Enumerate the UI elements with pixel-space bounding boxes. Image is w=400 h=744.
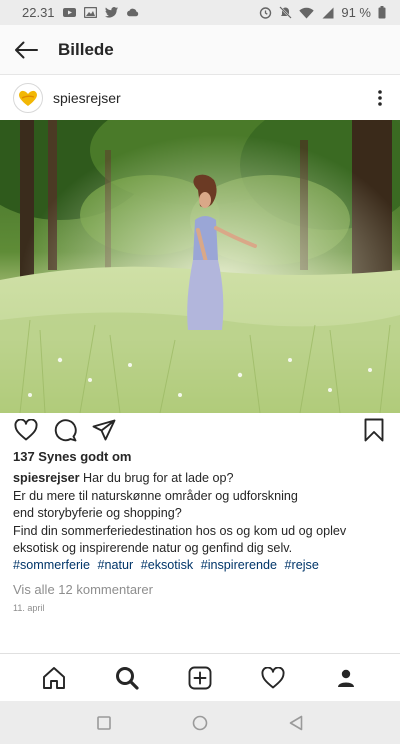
status-bar: 22.31 91 % xyxy=(0,0,400,25)
youtube-icon xyxy=(62,8,76,17)
page-title: Billede xyxy=(58,39,114,59)
nav-activity[interactable] xyxy=(253,658,293,698)
nav-profile[interactable] xyxy=(326,658,366,698)
share-button[interactable] xyxy=(90,416,118,444)
view-comments-link[interactable]: Vis alle 12 kommentarer xyxy=(13,582,153,597)
send-icon xyxy=(92,419,116,441)
app-header: Billede xyxy=(0,25,400,75)
caption-username[interactable]: spiesrejser xyxy=(13,471,80,485)
hashtag-link[interactable]: #natur xyxy=(97,558,133,572)
system-nav-bar xyxy=(0,701,400,744)
add-post-icon xyxy=(188,666,212,689)
wifi-icon xyxy=(299,7,315,18)
nav-new-post[interactable] xyxy=(180,658,220,698)
alarm-icon xyxy=(260,7,272,19)
post-actions xyxy=(0,413,400,447)
likes-count[interactable]: 137 Synes godt om xyxy=(13,449,131,464)
comment-icon xyxy=(54,418,77,441)
photo-woman-in-meadow xyxy=(0,120,400,413)
activity-heart-icon xyxy=(261,666,285,688)
hashtags: #sommerferie #natur #eksotisk #inspirere… xyxy=(13,558,323,572)
heart-icon xyxy=(14,419,38,441)
more-vertical-icon xyxy=(378,90,382,106)
search-icon xyxy=(116,666,139,690)
back-button[interactable] xyxy=(2,25,50,75)
nav-search[interactable] xyxy=(107,658,147,698)
recents-button[interactable] xyxy=(89,708,119,738)
spies-heart-logo-icon xyxy=(19,90,37,106)
home-icon xyxy=(43,666,66,689)
save-button[interactable] xyxy=(360,416,388,444)
status-time: 22.31 xyxy=(22,5,55,20)
mute-icon xyxy=(279,6,293,19)
back-arrow-icon xyxy=(15,41,38,58)
post-username[interactable]: spiesrejser xyxy=(53,90,121,106)
hashtag-link[interactable]: #rejse xyxy=(285,558,319,572)
recents-square-icon xyxy=(97,715,111,730)
post-date: 11. april xyxy=(13,603,45,613)
battery-percent: 91 % xyxy=(341,5,371,20)
hashtag-link[interactable]: #sommerferie xyxy=(13,558,90,572)
cloud-icon xyxy=(126,8,138,17)
photo-icon xyxy=(83,7,97,18)
bottom-nav xyxy=(0,653,400,701)
nav-home[interactable] xyxy=(34,658,74,698)
home-system-button[interactable] xyxy=(185,708,215,738)
profile-icon xyxy=(337,669,354,687)
caption-line: Er du mere til naturskønne områder og ud… xyxy=(13,488,298,503)
caption-line: eksotisk og inspirerende natur og genfin… xyxy=(13,541,293,556)
comment-button[interactable] xyxy=(51,416,79,444)
bookmark-icon xyxy=(364,418,384,442)
post-caption: spiesrejser Har du brug for at lade op? … xyxy=(13,470,393,558)
caption-line: end storybyferie og shopping? xyxy=(13,506,182,521)
like-button[interactable] xyxy=(12,416,40,444)
battery-icon xyxy=(378,6,386,19)
hashtag-link[interactable]: #inspirerende xyxy=(201,558,277,572)
more-options-button[interactable] xyxy=(360,76,400,120)
back-system-button[interactable] xyxy=(281,708,311,738)
post-header: spiesrejser xyxy=(0,76,400,120)
home-circle-icon xyxy=(192,715,208,730)
caption-line: Har du brug for at lade op? xyxy=(83,471,234,485)
back-triangle-icon xyxy=(289,715,303,730)
post-photo[interactable] xyxy=(0,120,400,413)
caption-line: Find din sommerferiedestination hos os o… xyxy=(13,523,347,538)
hashtag-link[interactable]: #eksotisk xyxy=(141,558,194,572)
avatar[interactable] xyxy=(13,83,43,113)
twitter-icon xyxy=(104,7,118,18)
signal-icon xyxy=(322,7,334,18)
